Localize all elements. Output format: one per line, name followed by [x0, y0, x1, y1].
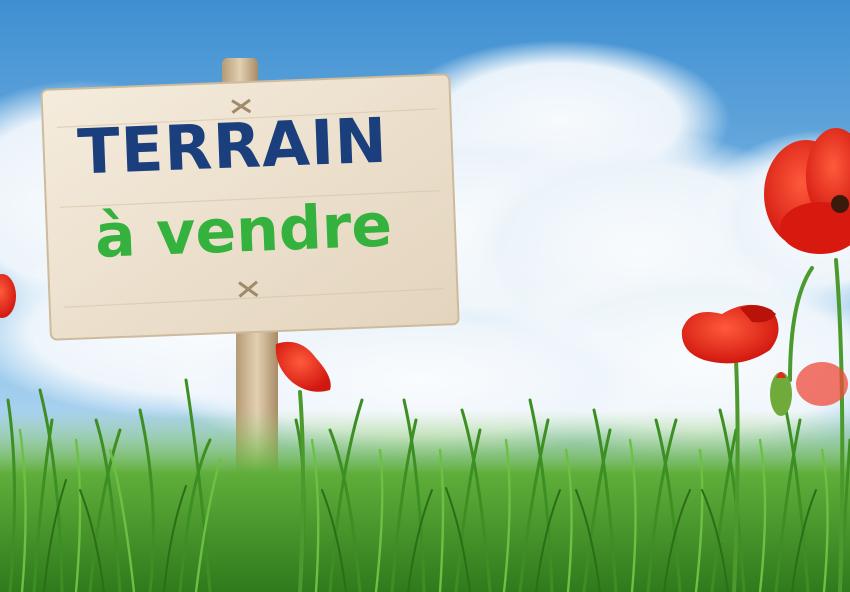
- terrain-a-vendre-scene: TERRAIN à vendre: [0, 0, 850, 592]
- scene-illustration: [0, 0, 850, 592]
- wooden-sign-board: [40, 73, 460, 341]
- poppy-blurred-right: [796, 362, 848, 406]
- poppy-bud: [770, 372, 792, 416]
